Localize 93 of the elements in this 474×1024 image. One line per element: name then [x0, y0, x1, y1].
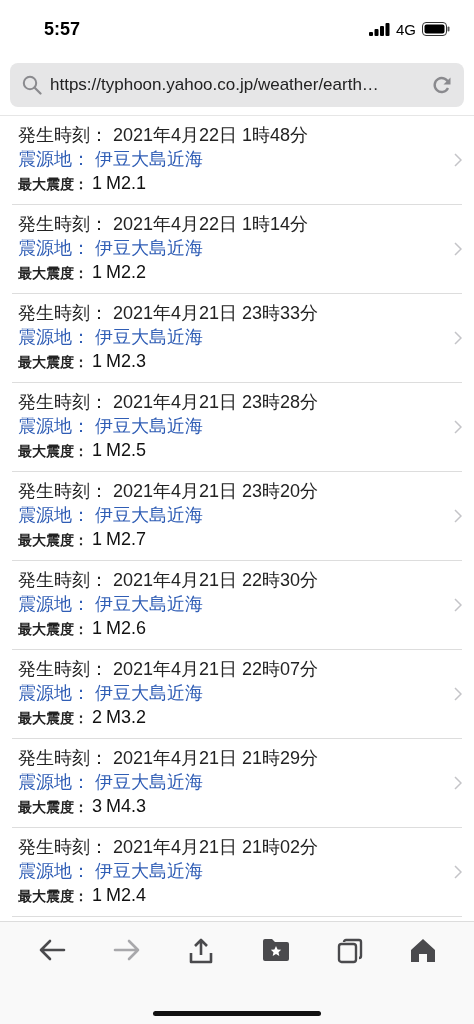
chevron-icon	[454, 509, 462, 523]
time-label: 発生時刻：	[18, 748, 108, 768]
epicenter-name: 伊豆大島近海	[95, 861, 203, 881]
occurrence-time: 2021年4月21日 23時33分	[113, 303, 319, 323]
intensity-label: 最大震度：	[18, 531, 88, 550]
intensity-label: 最大震度：	[18, 353, 88, 372]
occurrence-time: 2021年4月22日 1時14分	[113, 214, 309, 234]
epicenter-name: 伊豆大島近海	[95, 416, 203, 436]
epicenter-name: 伊豆大島近海	[95, 327, 203, 347]
intensity-value: 1	[92, 261, 102, 284]
earthquake-row[interactable]: 発生時刻： 2021年4月21日 23時28分 震源地： 伊豆大島近海 最大震度： 1 M2.5	[12, 383, 462, 471]
epicenter-name: 伊豆大島近海	[95, 683, 203, 703]
epicenter-label: 震源地：	[18, 861, 90, 881]
epicenter-label: 震源地：	[18, 416, 90, 436]
clock-time: 5:57	[44, 18, 81, 40]
earthquake-row[interactable]: 発生時刻： 2021年4月21日 21時02分 震源地： 伊豆大島近海 最大震度： 1 M2.4	[12, 828, 462, 916]
chevron-icon	[454, 331, 462, 345]
epicenter-name: 伊豆大島近海	[95, 772, 203, 792]
chevron-icon	[454, 598, 462, 612]
chevron-icon	[454, 153, 462, 167]
back-icon[interactable]	[37, 938, 66, 962]
time-label: 発生時刻：	[18, 125, 108, 145]
epicenter-label: 震源地：	[18, 683, 90, 703]
occurrence-time: 2021年4月21日 23時20分	[113, 481, 319, 501]
magnitude-value: M2.1	[106, 172, 147, 195]
intensity-value: 1	[92, 617, 102, 640]
intensity-label: 最大震度：	[18, 887, 88, 906]
epicenter-name: 伊豆大島近海	[95, 149, 203, 169]
chevron-icon	[454, 687, 462, 701]
chevron-icon	[454, 865, 462, 879]
chevron-icon	[454, 420, 462, 434]
occurrence-time: 2021年4月21日 22時30分	[113, 570, 319, 590]
signal-icon	[369, 22, 390, 36]
magnitude-value: M3.2	[106, 706, 147, 729]
intensity-label: 最大震度：	[18, 442, 88, 461]
intensity-value: 3	[92, 795, 102, 818]
home-icon[interactable]	[410, 938, 437, 962]
intensity-value: 1	[92, 172, 102, 195]
epicenter-name: 伊豆大島近海	[95, 594, 203, 614]
earthquake-row[interactable]: 発生時刻： 2021年4月22日 1時14分 震源地： 伊豆大島近海 最大震度： 1 M2.2	[12, 205, 462, 293]
occurrence-time: 2021年4月22日 1時48分	[113, 125, 309, 145]
time-label: 発生時刻：	[18, 481, 108, 501]
magnitude-value: M2.3	[106, 350, 147, 373]
intensity-label: 最大震度：	[18, 175, 88, 194]
epicenter-label: 震源地：	[18, 327, 90, 347]
magnitude-value: M2.4	[106, 884, 147, 907]
epicenter-label: 震源地：	[18, 505, 90, 525]
intensity-label: 最大震度：	[18, 798, 88, 817]
intensity-value: 1	[92, 528, 102, 551]
occurrence-time: 2021年4月21日 23時28分	[113, 392, 319, 412]
earthquake-row[interactable]: 発生時刻： 2021年4月22日 1時48分 震源地： 伊豆大島近海 最大震度： 1 M2.1	[12, 116, 462, 204]
time-label: 発生時刻：	[18, 214, 108, 234]
epicenter-label: 震源地：	[18, 149, 90, 169]
magnitude-value: M2.5	[106, 439, 147, 462]
epicenter-label: 震源地：	[18, 772, 90, 792]
intensity-label: 最大震度：	[18, 620, 88, 639]
share-icon[interactable]	[188, 938, 215, 964]
time-label: 発生時刻：	[18, 303, 108, 323]
earthquake-row[interactable]: 発生時刻： 2021年4月21日 22時30分 震源地： 伊豆大島近海 最大震度： 1 M2.6	[12, 561, 462, 649]
occurrence-time: 2021年4月21日 21時29分	[113, 748, 319, 768]
time-label: 発生時刻：	[18, 837, 108, 857]
epicenter-label: 震源地：	[18, 594, 90, 614]
time-label: 発生時刻：	[18, 392, 108, 412]
earthquake-row[interactable]: 発生時刻： 2021年4月21日 23時20分 震源地： 伊豆大島近海 最大震度： 1 M2.7	[12, 472, 462, 560]
earthquake-row[interactable]: 発生時刻： 2021年4月21日 23時33分 震源地： 伊豆大島近海 最大震度： 1 M2.3	[12, 294, 462, 382]
battery-icon	[422, 22, 450, 36]
search-icon	[22, 75, 42, 95]
occurrence-time: 2021年4月21日 22時07分	[113, 659, 319, 679]
bookmark-folder-icon[interactable]	[261, 938, 290, 962]
network-type: 4G	[396, 20, 416, 38]
address-bar[interactable]: https://typhoon.yahoo.co.jp/weather/earth…	[10, 63, 464, 107]
chevron-icon	[454, 776, 462, 790]
magnitude-value: M4.3	[106, 795, 147, 818]
earthquake-row[interactable]: 発生時刻： 2021年4月21日 21時29分 震源地： 伊豆大島近海 最大震度： 3 M4.3	[12, 739, 462, 827]
epicenter-name: 伊豆大島近海	[95, 238, 203, 258]
magnitude-value: M2.6	[106, 617, 147, 640]
epicenter-name: 伊豆大島近海	[95, 505, 203, 525]
time-label: 発生時刻：	[18, 570, 108, 590]
intensity-value: 1	[92, 350, 102, 373]
tabs-icon[interactable]	[336, 938, 363, 964]
epicenter-label: 震源地：	[18, 238, 90, 258]
intensity-label: 最大震度：	[18, 264, 88, 283]
intensity-value: 2	[92, 706, 102, 729]
magnitude-value: M2.2	[106, 261, 147, 284]
earthquake-row[interactable]: 発生時刻： 2021年4月21日 22時07分 震源地： 伊豆大島近海 最大震度： 2 M3.2	[12, 650, 462, 738]
intensity-value: 1	[92, 884, 102, 907]
occurrence-time: 2021年4月21日 21時02分	[113, 837, 319, 857]
intensity-value: 1	[92, 439, 102, 462]
intensity-label: 最大震度：	[18, 709, 88, 728]
magnitude-value: M2.7	[106, 528, 147, 551]
reload-icon[interactable]	[432, 75, 452, 95]
chevron-icon	[454, 242, 462, 256]
time-label: 発生時刻：	[18, 659, 108, 679]
